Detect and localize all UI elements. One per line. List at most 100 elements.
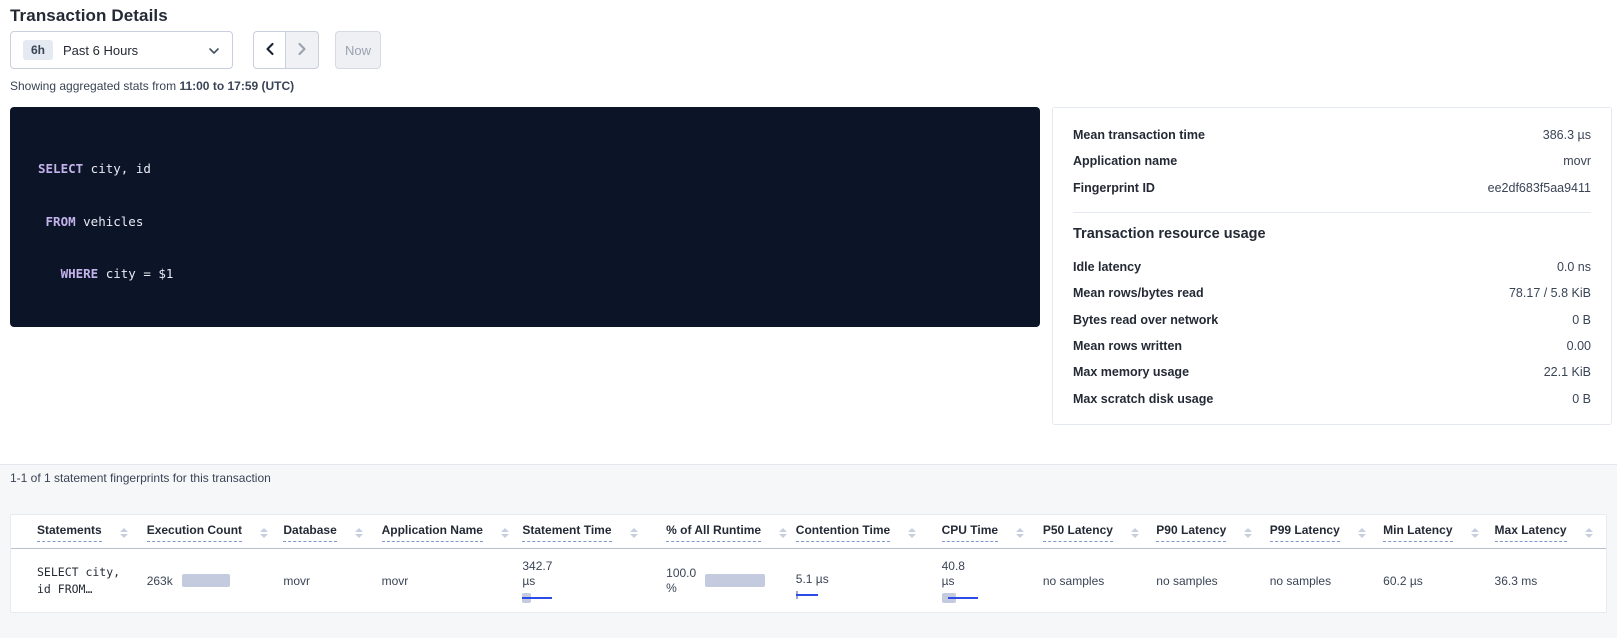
summary-row-application-name: Application name movr	[1073, 148, 1591, 174]
cell-statement: SELECT city, id FROM…	[11, 549, 147, 613]
resource-row-mean-rows-written: Mean rows written 0.00	[1073, 333, 1591, 359]
runtime-percent-unit: %	[666, 581, 696, 596]
summary-label: Mean transaction time	[1073, 128, 1205, 142]
prev-interval-button[interactable]	[253, 31, 286, 69]
summary-divider	[1073, 212, 1591, 213]
now-button[interactable]: Now	[335, 31, 381, 69]
column-header-p99-latency[interactable]: P99 Latency	[1270, 515, 1383, 549]
cell-database: movr	[283, 549, 381, 613]
sql-keyword: FROM	[46, 214, 76, 229]
sql-line: WHERE city = $1	[38, 265, 1040, 283]
sort-icon[interactable]	[779, 528, 787, 538]
next-interval-button[interactable]	[286, 31, 319, 69]
cell-application-name: movr	[382, 549, 523, 613]
sql-text: city = $1	[98, 266, 173, 281]
resource-value: 78.17 / 5.8 KiB	[1509, 286, 1591, 300]
sql-line: FROM vehicles	[38, 213, 1040, 231]
sort-icon[interactable]	[355, 528, 363, 538]
resource-row-max-scratch-disk-usage: Max scratch disk usage 0 B	[1073, 385, 1591, 411]
statement-time-value: 342.7	[522, 559, 662, 574]
sort-icon[interactable]	[1131, 528, 1139, 538]
resource-value: 0.00	[1567, 339, 1591, 353]
time-range-dropdown[interactable]: 6h Past 6 Hours	[10, 31, 233, 69]
column-header-statement-time[interactable]: Statement Time	[522, 515, 666, 549]
resource-row-idle-latency: Idle latency 0.0 ns	[1073, 254, 1591, 280]
column-header-statements[interactable]: Statements	[11, 515, 147, 549]
column-header-min-latency[interactable]: Min Latency	[1383, 515, 1494, 549]
sort-icon[interactable]	[501, 528, 509, 538]
column-header-contention-time[interactable]: Contention Time	[796, 515, 942, 549]
transaction-summary-card: Mean transaction time 386.3 µs Applicati…	[1052, 107, 1612, 425]
resource-value: 22.1 KiB	[1544, 365, 1591, 379]
statement-text-line1: SELECT city,	[37, 565, 120, 579]
interval-label: Past 6 Hours	[63, 43, 208, 58]
resource-label: Max scratch disk usage	[1073, 392, 1213, 406]
column-header-application-name[interactable]: Application Name	[382, 515, 523, 549]
column-header-percent-of-all-runtime[interactable]: % of All Runtime	[666, 515, 796, 549]
chevron-down-icon	[208, 44, 220, 56]
resource-usage-heading: Transaction resource usage	[1073, 226, 1591, 242]
sort-icon[interactable]	[1244, 528, 1252, 538]
statement-fingerprint-count: 1-1 of 1 statement fingerprints for this…	[10, 471, 271, 485]
sort-icon[interactable]	[260, 528, 268, 538]
sort-icon[interactable]	[1016, 528, 1024, 538]
sql-text: city, id	[83, 161, 151, 176]
p50-latency-value: no samples	[1043, 574, 1104, 588]
sort-icon[interactable]	[630, 528, 638, 538]
resource-label: Mean rows/bytes read	[1073, 286, 1204, 300]
summary-row-mean-transaction-time: Mean transaction time 386.3 µs	[1073, 122, 1591, 148]
statement-row: SELECT city, id FROM… 263k movr movr	[11, 549, 1606, 613]
sql-keyword: WHERE	[61, 266, 99, 281]
interval-badge: 6h	[23, 40, 53, 60]
sql-text: vehicles	[76, 214, 144, 229]
column-header-cpu-time[interactable]: CPU Time	[942, 515, 1043, 549]
summary-row-fingerprint-id: Fingerprint ID ee2df683f5aa9411	[1073, 175, 1591, 201]
transaction-sql-fingerprint: SELECT city, id FROM vehicles WHERE city…	[10, 107, 1040, 327]
summary-value: movr	[1563, 154, 1591, 168]
runtime-percent-bar	[705, 574, 765, 587]
p90-latency-value: no samples	[1156, 574, 1217, 588]
aggregated-stats-subtitle: Showing aggregated stats from 11:00 to 1…	[10, 79, 294, 93]
summary-label: Fingerprint ID	[1073, 181, 1155, 195]
cell-cpu-time: 40.8 µs	[942, 549, 1043, 613]
cell-execution-count: 263k	[147, 549, 284, 613]
column-header-execution-count[interactable]: Execution Count	[147, 515, 284, 549]
execution-count-value: 263k	[147, 574, 173, 588]
resource-label: Mean rows written	[1073, 339, 1182, 353]
time-step-buttons	[253, 31, 319, 69]
cell-p99-latency: no samples	[1270, 549, 1383, 613]
transaction-details-page: Transaction Details 6h Past 6 Hours Now	[0, 0, 1617, 638]
column-header-p90-latency[interactable]: P90 Latency	[1156, 515, 1269, 549]
max-latency-value: 36.3 ms	[1495, 574, 1538, 588]
resource-label: Idle latency	[1073, 260, 1141, 274]
contention-time-bar	[796, 591, 820, 599]
sort-icon[interactable]	[1585, 528, 1593, 538]
sort-icon[interactable]	[908, 528, 916, 538]
statement-link[interactable]: SELECT city, id FROM…	[37, 564, 143, 598]
resource-row-bytes-read-over-network: Bytes read over network 0 B	[1073, 306, 1591, 332]
sort-icon[interactable]	[120, 528, 128, 538]
runtime-percent-value: 100.0	[666, 566, 696, 581]
column-header-max-latency[interactable]: Max Latency	[1495, 515, 1606, 549]
min-latency-value: 60.2 µs	[1383, 574, 1423, 588]
statements-table: Statements Execution Count Database Appl…	[11, 515, 1606, 613]
resource-row-max-memory-usage: Max memory usage 22.1 KiB	[1073, 359, 1591, 385]
table-header-row: Statements Execution Count Database Appl…	[11, 515, 1606, 549]
cpu-time-value: 40.8	[942, 559, 1039, 574]
p99-latency-value: no samples	[1270, 574, 1331, 588]
column-header-database[interactable]: Database	[283, 515, 381, 549]
resource-row-mean-rows-bytes-read: Mean rows/bytes read 78.17 / 5.8 KiB	[1073, 280, 1591, 306]
subtitle-prefix: Showing aggregated stats from	[10, 79, 176, 93]
sql-line: SELECT city, id	[38, 160, 1040, 178]
column-header-p50-latency[interactable]: P50 Latency	[1043, 515, 1156, 549]
resource-value: 0 B	[1572, 392, 1591, 406]
sort-icon[interactable]	[1471, 528, 1479, 538]
sort-icon[interactable]	[1358, 528, 1366, 538]
cell-contention-time: 5.1 µs	[796, 549, 942, 613]
statement-text-line2: id FROM…	[37, 582, 92, 596]
summary-label: Application name	[1073, 154, 1177, 168]
subtitle-range: 11:00 to 17:59 (UTC)	[179, 79, 294, 93]
resource-value: 0 B	[1572, 313, 1591, 327]
cell-min-latency: 60.2 µs	[1383, 549, 1494, 613]
statement-time-unit: µs	[522, 574, 662, 589]
